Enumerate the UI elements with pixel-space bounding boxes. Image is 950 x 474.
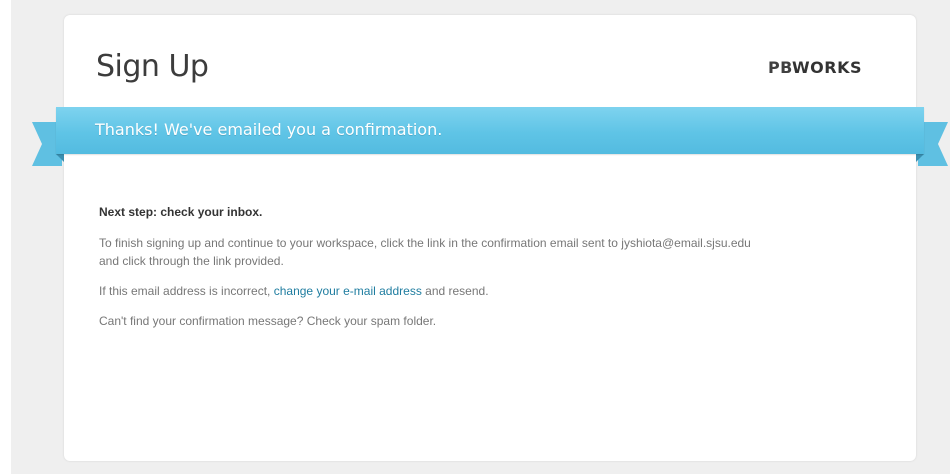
brand-logo-suffix: WORKS [792,58,862,77]
confirmation-content: Next step: check your inbox. To finish s… [99,205,889,342]
page-title: Sign Up [96,49,209,84]
next-step-heading: Next step: check your inbox. [99,205,263,219]
confirmation-message: Thanks! We've emailed you a confirmation… [95,120,443,139]
instructions-line-1: To finish signing up and continue to you… [99,236,751,250]
instructions-line-2: and click through the link provided. [99,254,284,268]
confirmation-banner: Thanks! We've emailed you a confirmation… [56,107,924,154]
change-email-link[interactable]: change your e-mail address [274,284,422,298]
brand-logo-prefix: PB [767,58,792,77]
brand-logo: PBWORKS [768,58,862,78]
incorrect-email-prefix: If this email address is incorrect, [99,284,274,298]
instructions-text: To finish signing up and continue to you… [99,234,889,270]
incorrect-email-text: If this email address is incorrect, chan… [99,282,889,300]
incorrect-email-suffix: and resend. [421,284,489,298]
stage: Sign Up PBWORKS Thanks! We've emailed yo… [0,0,950,474]
spam-note: Can't find your confirmation message? Ch… [99,314,437,328]
